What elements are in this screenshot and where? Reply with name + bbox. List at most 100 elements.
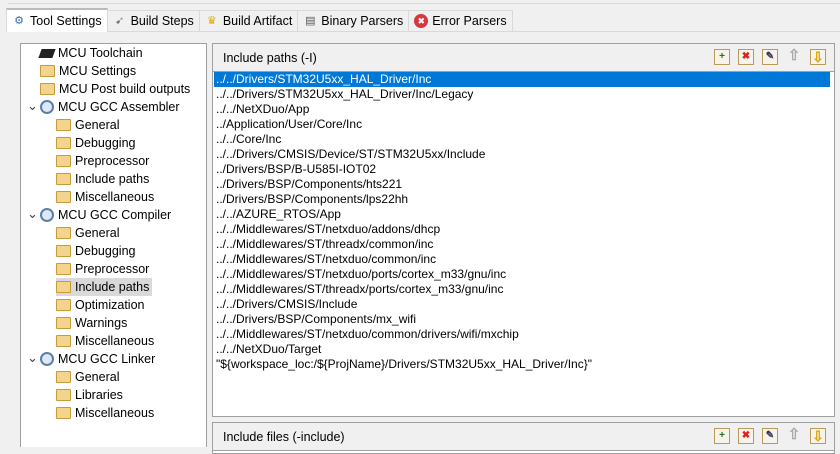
- folder-icon: [56, 299, 71, 311]
- include-path-item[interactable]: ../../Drivers/CMSIS/Device/ST/STM32U5xx/…: [214, 147, 830, 162]
- folder-icon: [56, 335, 71, 347]
- tab-bar: ⚙ Tool Settings ➹ Build Steps ♛ Build Artifac…: [6, 8, 840, 32]
- tree-item[interactable]: General: [56, 116, 122, 134]
- tree-item[interactable]: Preprocessor: [56, 152, 152, 170]
- tree-item-label: MCU Toolchain: [58, 46, 143, 60]
- tab-label: Build Steps: [130, 14, 194, 28]
- tree-item[interactable]: MCU GCC Linker: [40, 350, 158, 368]
- include-paths-title: Include paths (-I): [223, 50, 317, 65]
- include-path-item[interactable]: ../Drivers/BSP/Components/lps22hh: [214, 192, 830, 207]
- tree-item-label: MCU Post build outputs: [59, 82, 191, 96]
- include-path-item[interactable]: ../../Middlewares/ST/netxduo/addons/dhcp: [214, 222, 830, 237]
- include-paths-panel: Include paths (-I) + ✖ ✎ ⇧ ⇩ ../../Drivers/S…: [212, 43, 835, 417]
- tree-item[interactable]: Miscellaneous: [56, 404, 157, 422]
- tree-item-label: MCU Settings: [59, 64, 137, 78]
- tree-item-label: Miscellaneous: [75, 406, 155, 420]
- chip-icon: [38, 48, 56, 58]
- folder-icon: [56, 389, 71, 401]
- delete-icon[interactable]: ✖: [738, 49, 754, 65]
- move-up-icon[interactable]: ⇧: [786, 48, 802, 65]
- tree-item-label: Debugging: [75, 136, 136, 150]
- folder-icon: [56, 407, 71, 419]
- expand-chevron-icon[interactable]: ⌄: [27, 98, 38, 114]
- tree-item-label: Warnings: [75, 316, 128, 330]
- include-paths-toolbar: + ✖ ✎ ⇧ ⇩: [714, 48, 826, 65]
- include-path-item[interactable]: ../../AZURE_RTOS/App: [214, 207, 830, 222]
- tree-item[interactable]: Miscellaneous: [56, 188, 157, 206]
- include-paths-list[interactable]: ../../Drivers/STM32U5xx_HAL_Driver/Inc..…: [214, 72, 830, 372]
- tree-item[interactable]: Optimization: [56, 296, 147, 314]
- tree-item[interactable]: Libraries: [56, 386, 126, 404]
- tab-binary-parsers[interactable]: ▤ Binary Parsers: [297, 10, 410, 31]
- folder-icon: [56, 317, 71, 329]
- include-path-item[interactable]: ../Application/User/Core/Inc: [214, 117, 830, 132]
- tree-item-label: MCU GCC Linker: [58, 352, 156, 366]
- add-icon[interactable]: +: [714, 428, 730, 444]
- move-up-icon[interactable]: ⇧: [786, 427, 802, 444]
- include-path-item[interactable]: "${workspace_loc:/${ProjName}/Drivers/ST…: [214, 357, 830, 372]
- tab-label: Tool Settings: [30, 14, 102, 28]
- top-border: [8, 0, 840, 4]
- include-path-item[interactable]: ../../Middlewares/ST/netxduo/common/inc: [214, 252, 830, 267]
- tab-tool-settings[interactable]: ⚙ Tool Settings: [6, 8, 108, 32]
- include-path-item[interactable]: ../../Middlewares/ST/threadx/ports/corte…: [214, 282, 830, 297]
- tree-item[interactable]: MCU Settings: [40, 62, 139, 80]
- include-path-item[interactable]: ../../Middlewares/ST/netxduo/common/driv…: [214, 327, 830, 342]
- tree-item[interactable]: MCU Post build outputs: [40, 80, 193, 98]
- move-down-icon[interactable]: ⇩: [810, 49, 826, 65]
- binary-icon: ▤: [305, 15, 316, 27]
- add-icon[interactable]: +: [714, 49, 730, 65]
- error-icon: ✖: [414, 14, 429, 28]
- build-steps-icon: ➹: [114, 15, 125, 27]
- tree-item-label: General: [75, 370, 120, 384]
- folder-icon: [56, 281, 71, 293]
- include-path-item[interactable]: ../../Core/Inc: [214, 132, 830, 147]
- include-path-item[interactable]: ../../Drivers/STM32U5xx_HAL_Driver/Inc: [214, 72, 830, 87]
- tree-item[interactable]: MCU Toolchain: [38, 44, 146, 62]
- tree-item[interactable]: General: [56, 368, 122, 386]
- folder-icon: [56, 227, 71, 239]
- tree-item-label: Optimization: [75, 298, 145, 312]
- tab-build-artifact[interactable]: ♛ Build Artifact: [198, 10, 299, 31]
- include-path-item[interactable]: ../../Drivers/BSP/Components/mx_wifi: [214, 312, 830, 327]
- tab-error-parsers[interactable]: ✖ Error Parsers: [408, 10, 513, 31]
- tree-item[interactable]: Debugging: [56, 134, 138, 152]
- tree-item[interactable]: Include paths: [56, 170, 152, 188]
- include-path-item[interactable]: ../Drivers/BSP/Components/hts221: [214, 177, 830, 192]
- include-path-item[interactable]: ../../Middlewares/ST/threadx/common/inc: [214, 237, 830, 252]
- gear-icon: [40, 352, 54, 366]
- folder-icon: [56, 173, 71, 185]
- include-path-item[interactable]: ../Drivers/BSP/B-U585I-IOT02: [214, 162, 830, 177]
- folder-icon: [40, 65, 55, 77]
- include-files-toolbar: + ✖ ✎ ⇧ ⇩: [714, 427, 826, 444]
- include-files-header: Include files (-include) + ✖ ✎ ⇧ ⇩: [213, 423, 834, 451]
- tree-item[interactable]: Debugging: [56, 242, 138, 260]
- edit-icon[interactable]: ✎: [762, 428, 778, 444]
- move-down-icon[interactable]: ⇩: [810, 428, 826, 444]
- tool-settings-icon: ⚙: [14, 15, 24, 27]
- folder-icon: [56, 155, 71, 167]
- include-path-item[interactable]: ../../NetXDuo/Target: [214, 342, 830, 357]
- tree-item[interactable]: General: [56, 224, 122, 242]
- expand-chevron-icon[interactable]: ⌄: [27, 206, 38, 222]
- tree-item[interactable]: MCU GCC Compiler: [40, 206, 174, 224]
- tree-item-label: Libraries: [75, 388, 123, 402]
- include-path-item[interactable]: ../../Drivers/CMSIS/Include: [214, 297, 830, 312]
- tree-item[interactable]: MCU GCC Assembler: [40, 98, 183, 116]
- tree-item[interactable]: Miscellaneous: [56, 332, 157, 350]
- delete-icon[interactable]: ✖: [738, 428, 754, 444]
- expand-chevron-icon[interactable]: ⌄: [27, 350, 38, 366]
- include-path-item[interactable]: ../../Drivers/STM32U5xx_HAL_Driver/Inc/L…: [214, 87, 830, 102]
- include-path-item[interactable]: ../../NetXDuo/App: [214, 102, 830, 117]
- include-path-item[interactable]: ../../Middlewares/ST/netxduo/ports/corte…: [214, 267, 830, 282]
- tree-item[interactable]: Preprocessor: [56, 260, 152, 278]
- tree-item-label: Include paths: [75, 280, 150, 294]
- edit-icon[interactable]: ✎: [762, 49, 778, 65]
- tree-item[interactable]: Include paths: [56, 278, 153, 296]
- trophy-icon: ♛: [206, 15, 217, 27]
- folder-icon: [56, 371, 71, 383]
- tab-label: Binary Parsers: [321, 14, 404, 28]
- tree-item[interactable]: Warnings: [56, 314, 130, 332]
- folder-icon: [40, 83, 55, 95]
- tab-build-steps[interactable]: ➹ Build Steps: [106, 10, 200, 31]
